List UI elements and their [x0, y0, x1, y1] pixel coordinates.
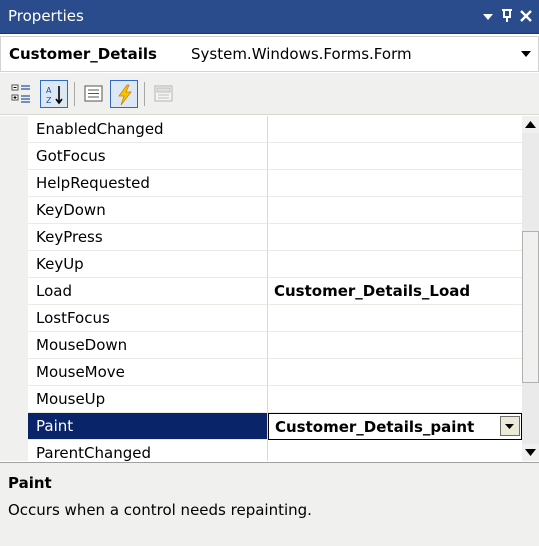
event-name[interactable]: KeyUp: [28, 251, 268, 278]
event-name[interactable]: Load: [28, 278, 268, 305]
event-handler-value[interactable]: [268, 386, 522, 413]
chevron-down-icon[interactable]: [514, 37, 538, 71]
toolbar-separator: [144, 82, 145, 106]
event-row[interactable]: MouseMove: [0, 359, 522, 386]
event-name[interactable]: MouseUp: [28, 386, 268, 413]
event-handler-value[interactable]: Customer_Details_paint: [268, 413, 522, 440]
description-title: Paint: [8, 474, 52, 492]
property-pages-icon: [154, 85, 173, 102]
event-row[interactable]: HelpRequested: [0, 170, 522, 197]
event-name[interactable]: KeyPress: [28, 224, 268, 251]
window-title: Properties: [8, 7, 84, 25]
properties-toolbar: A Z: [0, 73, 539, 115]
close-icon[interactable]: [516, 5, 536, 27]
event-grid: EnabledChanged GotFocus HelpRequested KeyDo…: [0, 116, 522, 461]
event-handler-value[interactable]: [268, 359, 522, 386]
description-panel: Paint Occurs when a control needs repain…: [0, 462, 539, 546]
event-handler-value[interactable]: [268, 305, 522, 332]
event-row[interactable]: KeyUp: [0, 251, 522, 278]
event-row[interactable]: Paint Customer_Details_paint: [0, 413, 522, 440]
dropdown-icon[interactable]: [478, 5, 498, 27]
alphabetical-button[interactable]: A Z: [40, 80, 68, 108]
scroll-down-icon[interactable]: [522, 444, 539, 461]
event-row[interactable]: GotFocus: [0, 143, 522, 170]
event-name[interactable]: KeyDown: [28, 197, 268, 224]
alphabetical-icon: A Z: [46, 86, 63, 105]
event-row[interactable]: LostFocus: [0, 305, 522, 332]
event-handler-value[interactable]: [268, 197, 522, 224]
svg-text:A: A: [46, 86, 52, 95]
svg-text:Z: Z: [46, 96, 52, 105]
vertical-scrollbar[interactable]: [522, 116, 539, 461]
event-row[interactable]: MouseDown: [0, 332, 522, 359]
event-name[interactable]: HelpRequested: [28, 170, 268, 197]
event-name[interactable]: ParentChanged: [28, 440, 268, 461]
properties-button[interactable]: [80, 80, 108, 108]
event-row[interactable]: ParentChanged: [0, 440, 522, 461]
lightning-icon: [118, 84, 132, 106]
chevron-down-icon[interactable]: [500, 416, 520, 436]
scroll-up-icon[interactable]: [522, 116, 539, 133]
event-handler-value[interactable]: [268, 224, 522, 251]
event-name[interactable]: EnabledChanged: [28, 116, 268, 143]
event-row[interactable]: KeyDown: [0, 197, 522, 224]
event-handler-value[interactable]: [268, 170, 522, 197]
title-bar: Properties: [0, 0, 539, 34]
object-type: System.Windows.Forms.Form: [191, 45, 412, 63]
event-name[interactable]: MouseMove: [28, 359, 268, 386]
event-row[interactable]: Load Customer_Details_Load: [0, 278, 522, 305]
categorized-icon: [11, 84, 30, 103]
event-handler-value[interactable]: Customer_Details_Load: [268, 278, 522, 305]
description-text: Occurs when a control needs repainting.: [8, 501, 312, 519]
event-handler-value[interactable]: [268, 143, 522, 170]
event-handler-value[interactable]: [268, 440, 522, 461]
object-selector[interactable]: Customer_Details System.Windows.Forms.Fo…: [0, 36, 539, 72]
event-handler-value[interactable]: [268, 251, 522, 278]
toolbar-separator: [74, 82, 75, 106]
event-handler-value[interactable]: [268, 332, 522, 359]
pin-icon[interactable]: [497, 5, 517, 27]
event-name[interactable]: MouseDown: [28, 332, 268, 359]
categorized-button[interactable]: [8, 80, 36, 108]
event-name[interactable]: LostFocus: [28, 305, 268, 332]
event-row[interactable]: MouseUp: [0, 386, 522, 413]
object-name: Customer_Details: [9, 45, 157, 63]
scrollbar-thumb[interactable]: [522, 231, 539, 383]
event-handler-value[interactable]: [268, 116, 522, 143]
properties-icon: [84, 85, 103, 102]
events-button[interactable]: [110, 80, 138, 108]
event-row[interactable]: EnabledChanged: [0, 116, 522, 143]
event-row[interactable]: KeyPress: [0, 224, 522, 251]
event-name[interactable]: Paint: [28, 413, 268, 440]
property-pages-button[interactable]: [150, 80, 178, 108]
event-name[interactable]: GotFocus: [28, 143, 268, 170]
